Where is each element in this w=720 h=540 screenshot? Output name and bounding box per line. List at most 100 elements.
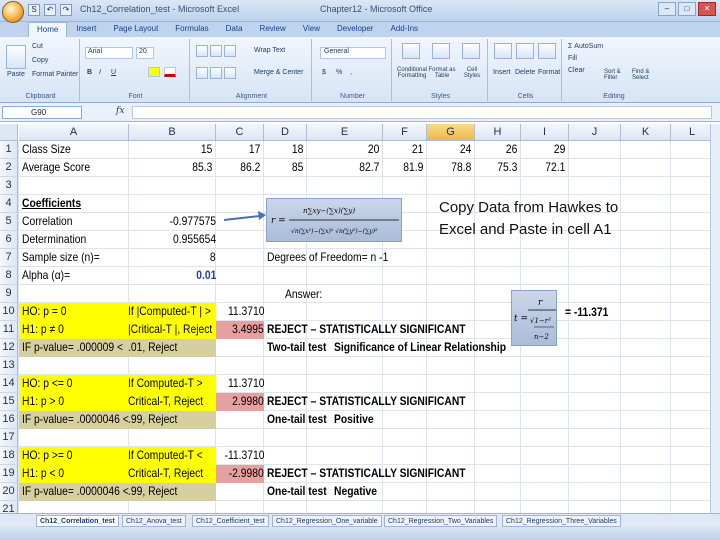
column-header-a[interactable]: A [19, 124, 129, 141]
cell-a8[interactable]: Alpha (α)= [22, 267, 70, 284]
cell-d8[interactable]: Degrees of Freedom= n -1 [267, 249, 388, 266]
office-button[interactable] [2, 1, 24, 23]
delete-button[interactable]: Delete [515, 69, 535, 76]
autosum-button[interactable]: Σ AutoSum [568, 43, 603, 50]
delete-cells-icon[interactable] [516, 43, 534, 59]
vertical-scrollbar[interactable] [710, 124, 720, 513]
cell-d9[interactable]: Answer: [285, 286, 322, 303]
formula-input[interactable] [132, 106, 712, 119]
row-header-13[interactable]: 13 [0, 357, 18, 375]
cell-b15[interactable]: Critical-T, Reject [128, 393, 203, 410]
row-header-1[interactable]: 1 [0, 141, 18, 159]
font-size-select[interactable]: 20 [136, 47, 154, 59]
cell-a11[interactable]: H1: p ≠ 0 [22, 321, 64, 338]
percent-button[interactable]: % [336, 69, 342, 76]
cell-e16[interactable]: Positive [334, 411, 374, 428]
row-header-20[interactable]: 20 [0, 483, 18, 501]
cell-h1[interactable]: 26 [506, 141, 517, 158]
cell-d20[interactable]: One-tail test [267, 483, 327, 500]
font-color-icon[interactable] [164, 67, 176, 77]
cell-d16[interactable]: One-tail test [267, 411, 327, 428]
format-painter-button[interactable]: Format Painter [32, 71, 78, 78]
cell-c15[interactable]: 2.9980 [232, 393, 264, 410]
cell-b6[interactable]: 0.955654 [173, 231, 216, 248]
column-header-j[interactable]: J [569, 124, 621, 141]
row-header-17[interactable]: 17 [0, 429, 18, 447]
row-header-7[interactable]: 7 [0, 249, 18, 267]
column-header-k[interactable]: K [621, 124, 671, 141]
align-bottom-icon[interactable] [224, 45, 236, 57]
copy-button[interactable]: Copy [32, 57, 48, 64]
cell-a16[interactable]: IF p-value= .0000046 < [22, 411, 129, 428]
cell-h2[interactable]: 75.3 [497, 159, 517, 176]
cell-a10[interactable]: HO: p = 0 [22, 303, 66, 320]
cell-c11[interactable]: 3.4995 [232, 321, 264, 338]
font-name-select[interactable]: Arial [85, 47, 133, 59]
cell-b2[interactable]: 85.3 [192, 159, 212, 176]
minimize-button[interactable]: – [658, 2, 676, 16]
tab-review[interactable]: Review [252, 22, 294, 37]
sheet-tab-coefficient-test[interactable]: Ch12_Coefficient_test [192, 515, 269, 527]
cell-e20[interactable]: Negative [334, 483, 377, 500]
tab-developer[interactable]: Developer [329, 22, 381, 37]
column-header-b[interactable]: B [129, 124, 216, 141]
row-header-18[interactable]: 18 [0, 447, 18, 465]
cell-a5[interactable]: Correlation [22, 213, 72, 230]
cell-a2[interactable]: Average Score [22, 159, 90, 176]
cell-c18[interactable]: -11.3710 [224, 447, 264, 464]
format-as-table-button[interactable]: Format as Table [428, 67, 456, 79]
underline-button[interactable]: U [111, 69, 116, 76]
cell-f2[interactable]: 81.9 [403, 159, 423, 176]
insert-cells-icon[interactable] [494, 43, 512, 59]
cell-styles-icon[interactable] [462, 43, 480, 59]
cell-e12[interactable]: Significance of Linear Relationship [334, 339, 506, 356]
row-header-2[interactable]: 2 [0, 159, 18, 177]
row-header-12[interactable]: 12 [0, 339, 18, 357]
cell-styles-button[interactable]: Cell Styles [458, 67, 486, 79]
sheet-tab-regression-two[interactable]: Ch12_Regression_Two_Variables [384, 515, 498, 527]
function-icon[interactable]: fx [116, 106, 124, 116]
cell-d19[interactable]: REJECT – STATISTICALLY SIGNIFICANT [267, 465, 466, 482]
cell-b10[interactable]: If |Computed-T | > [128, 303, 211, 320]
paste-button[interactable]: Paste [7, 71, 25, 78]
name-box[interactable]: G90 [2, 106, 82, 119]
column-header-g[interactable]: G [427, 124, 475, 141]
cell-b12[interactable]: .01, Reject [128, 339, 177, 356]
close-button[interactable]: ✕ [698, 2, 716, 16]
find-select-button[interactable]: Find & Select [632, 69, 662, 81]
italic-button[interactable]: I [99, 69, 101, 76]
cell-i2[interactable]: 72.1 [545, 159, 565, 176]
format-cells-icon[interactable] [538, 43, 556, 59]
cell-c19[interactable]: -2.9980 [229, 465, 264, 482]
cell-f1[interactable]: 21 [412, 141, 423, 158]
row-header-9[interactable]: 9 [0, 285, 18, 303]
cell-a7[interactable]: Sample size (n)= [22, 249, 100, 266]
row-header-19[interactable]: 19 [0, 465, 18, 483]
row-header-15[interactable]: 15 [0, 393, 18, 411]
cell-b19[interactable]: Critical-T, Reject [128, 465, 203, 482]
format-as-table-icon[interactable] [432, 43, 450, 59]
merge-center-button[interactable]: Merge & Center [254, 69, 303, 76]
cell-e1[interactable]: 20 [368, 141, 379, 158]
cell-g1[interactable]: 24 [460, 141, 471, 158]
sheet-tab-regression-one[interactable]: Ch12_Regression_One_variable [272, 515, 382, 527]
column-header-d[interactable]: D [264, 124, 307, 141]
cell-d11[interactable]: REJECT – STATISTICALLY SIGNIFICANT [267, 321, 466, 338]
paste-icon[interactable] [6, 45, 26, 69]
tab-data[interactable]: Data [218, 22, 251, 37]
column-header-h[interactable]: H [475, 124, 521, 141]
sheet-tab-anova-test[interactable]: Ch12_Anova_test [122, 515, 186, 527]
maximize-button[interactable]: □ [678, 2, 696, 16]
column-header-l[interactable]: L [671, 124, 714, 141]
row-header-10[interactable]: 10 [0, 303, 18, 321]
cell-b7[interactable]: 8 [210, 249, 216, 266]
cell-a14[interactable]: HO: p <= 0 [22, 375, 72, 392]
redo-icon[interactable]: ↷ [60, 4, 72, 16]
row-header-6[interactable]: 6 [0, 231, 18, 249]
cell-a6[interactable]: Determination [22, 231, 86, 248]
cell-a4[interactable]: Coefficients [22, 195, 81, 212]
tab-add-ins[interactable]: Add-Ins [382, 22, 426, 37]
cell-a1[interactable]: Class Size [22, 141, 71, 158]
cut-button[interactable]: Cut [32, 43, 43, 50]
column-header-i[interactable]: I [521, 124, 569, 141]
